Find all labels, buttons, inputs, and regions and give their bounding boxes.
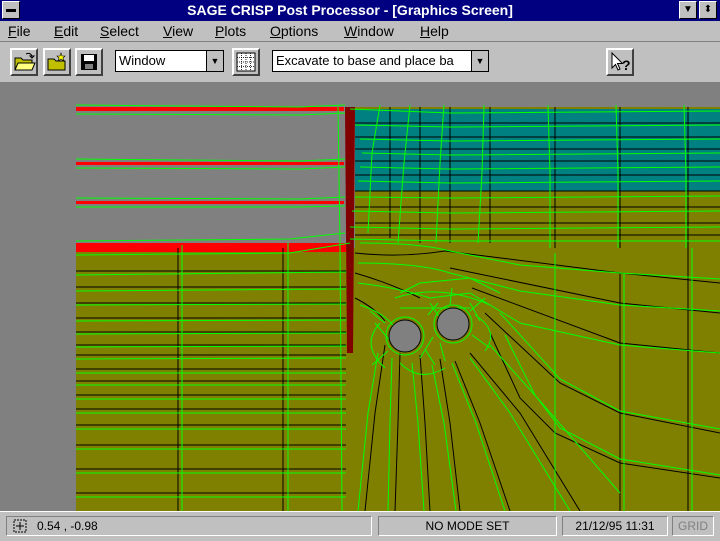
view-combo-arrow-icon[interactable]: ▼: [206, 51, 223, 71]
coordinates-text: 0.54 , -0.98: [37, 519, 98, 533]
stage-combo-value: Excavate to base and place ba: [276, 53, 454, 68]
menu-file[interactable]: File: [8, 23, 31, 39]
soil-layer-upper: [355, 109, 720, 191]
crosshair-icon: [13, 519, 27, 533]
window-title: SAGE CRISP Post Processor - [Graphics Sc…: [187, 2, 513, 18]
system-menu-icon: ▬: [6, 4, 16, 15]
toolbar: Window ▼ Excavate to base and place ba ▼…: [0, 42, 720, 83]
prop-1: [76, 107, 344, 111]
tunnel-left: [388, 319, 422, 353]
context-help-button[interactable]: ?: [606, 48, 634, 76]
menu-view[interactable]: View: [163, 23, 193, 39]
menu-edit[interactable]: Edit: [54, 23, 78, 39]
view-combo[interactable]: Window ▼: [115, 50, 224, 72]
graphics-screen[interactable]: [0, 83, 720, 512]
prop-2: [76, 162, 344, 165]
help-pointer-icon: ?: [611, 51, 631, 73]
status-bar: 0.54 , -0.98 NO MODE SET 21/12/95 11:31 …: [0, 511, 720, 541]
prop-3: [76, 201, 344, 204]
title-bar: ▬ SAGE CRISP Post Processor - [Graphics …: [0, 0, 720, 21]
fe-mesh-plot: [75, 104, 720, 512]
datetime-display: 21/12/95 11:31: [562, 516, 668, 536]
grid-button[interactable]: [232, 48, 260, 76]
menu-plots[interactable]: Plots: [215, 23, 246, 39]
menu-bar: File Edit Select View Plots Options Window Help: [0, 21, 720, 42]
menu-options[interactable]: Options: [270, 23, 318, 39]
view-combo-value: Window: [119, 53, 166, 68]
stage-combo[interactable]: Excavate to base and place ba ▼: [272, 50, 489, 72]
menu-help[interactable]: Help: [420, 23, 449, 39]
menu-select[interactable]: Select: [100, 23, 139, 39]
new-button[interactable]: [43, 48, 71, 76]
save-button[interactable]: [75, 48, 103, 76]
open-folder-icon: [14, 52, 36, 71]
system-menu-button[interactable]: ▬: [2, 1, 20, 19]
restore-button[interactable]: ⬍: [699, 1, 717, 19]
open-button[interactable]: [10, 48, 38, 76]
minimize-icon: ▼: [683, 4, 693, 15]
svg-text:?: ?: [622, 57, 631, 73]
restore-icon: ⬍: [703, 4, 713, 15]
minimize-button[interactable]: ▼: [679, 1, 697, 19]
grid-icon: [236, 52, 256, 72]
tunnel-right: [436, 307, 470, 341]
menu-window[interactable]: Window: [344, 23, 394, 39]
grid-indicator[interactable]: GRID: [672, 516, 714, 536]
stage-combo-arrow-icon[interactable]: ▼: [471, 51, 488, 71]
mode-indicator: NO MODE SET: [378, 516, 557, 536]
coordinate-readout: 0.54 , -0.98: [6, 516, 372, 536]
floppy-disk-icon: [81, 54, 97, 70]
new-folder-icon: [47, 52, 66, 71]
